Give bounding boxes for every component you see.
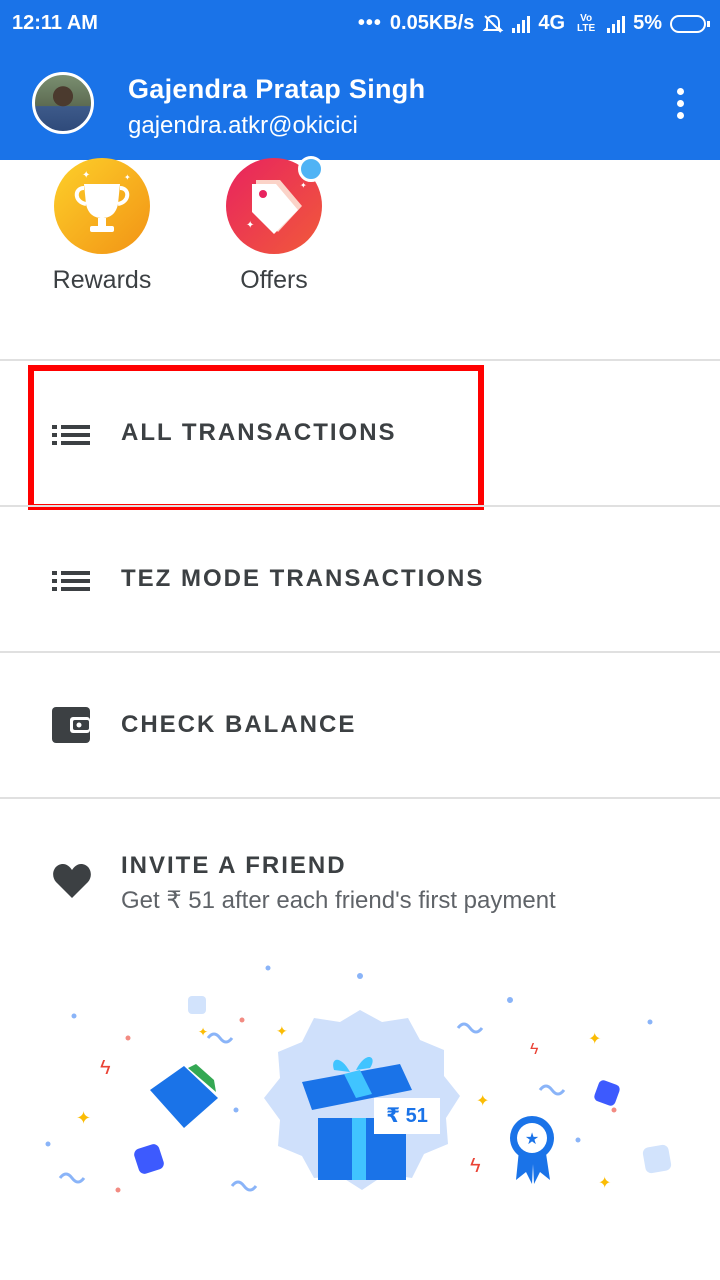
- menu-check-balance[interactable]: CHECK BALANCE: [0, 653, 720, 797]
- svg-text:✦: ✦: [588, 1031, 601, 1048]
- divider: [0, 797, 720, 799]
- trophy-icon: ✦ ✦: [54, 158, 150, 254]
- signal-icon: [512, 15, 531, 33]
- invite-title[interactable]: INVITE A FRIEND: [121, 852, 347, 880]
- svg-text:✦: ✦: [124, 173, 131, 182]
- menu-label: CHECK BALANCE: [121, 711, 357, 738]
- more-vert-icon[interactable]: [674, 88, 686, 124]
- new-offer-dot: [298, 156, 324, 182]
- upi-id: gajendra.atkr@okicici: [128, 112, 358, 139]
- wallet-icon: [52, 707, 92, 743]
- quick-actions: ✦ ✦ Rewards ✦ ✦ Offers: [0, 156, 720, 360]
- notification-dots-icon: •••: [357, 12, 382, 34]
- svg-text:ϟ: ϟ: [530, 1041, 539, 1058]
- status-bar: 12:11 AM ••• 0.05KB/s 4G Vo LTE 5%: [0, 0, 720, 48]
- network-type: 4G: [538, 12, 566, 34]
- status-time: 12:11 AM: [12, 12, 98, 34]
- muted-bell-icon: [482, 14, 504, 33]
- invite-illustration[interactable]: ★ ✦ ✦ ✦ ✦ ✦ ✦ ϟ ϟ ϟ: [0, 950, 720, 1250]
- volte-label: Vo LTE: [577, 12, 596, 34]
- rewards-button[interactable]: ✦ ✦ Rewards: [32, 158, 172, 295]
- heart-icon: [53, 864, 91, 898]
- svg-text:✦: ✦: [598, 1175, 611, 1192]
- svg-text:★: ★: [525, 1131, 539, 1148]
- profile-header: Gajendra Pratap Singh gajendra.atkr@okic…: [0, 48, 720, 160]
- battery-icon: [670, 14, 710, 33]
- svg-text:✦: ✦: [246, 220, 254, 231]
- award-ribbon-icon: ★: [510, 1116, 554, 1184]
- user-name: Gajendra Pratap Singh: [128, 74, 426, 104]
- battery-percent: 5%: [633, 12, 662, 34]
- menu-label: TEZ MODE TRANSACTIONS: [121, 565, 485, 592]
- wallet-illustration-icon: [150, 1064, 218, 1128]
- svg-text:✦: ✦: [276, 1023, 288, 1039]
- invite-subtitle: Get ₹ 51 after each friend's first payme…: [121, 887, 556, 914]
- tag-icon: ✦ ✦: [226, 156, 324, 254]
- reward-amount-tag: ₹ 51: [374, 1098, 440, 1134]
- svg-text:✦: ✦: [198, 1025, 208, 1039]
- rewards-label: Rewards: [52, 266, 152, 294]
- offers-label: Offers: [240, 266, 308, 294]
- signal-icon-2: [607, 15, 626, 33]
- menu-tez-mode-transactions[interactable]: TEZ MODE TRANSACTIONS: [0, 507, 720, 651]
- network-speed: 0.05KB/s: [389, 12, 475, 34]
- highlight-box: [28, 365, 484, 510]
- avatar[interactable]: [32, 72, 94, 134]
- svg-text:✦: ✦: [76, 1108, 91, 1128]
- svg-text:ϟ: ϟ: [470, 1155, 481, 1177]
- svg-text:✦: ✦: [82, 170, 90, 181]
- svg-text:✦: ✦: [300, 181, 307, 190]
- svg-text:✦: ✦: [476, 1093, 489, 1110]
- offers-button[interactable]: ✦ ✦ Offers: [204, 156, 344, 295]
- svg-text:ϟ: ϟ: [100, 1057, 111, 1079]
- list-icon: [52, 567, 92, 595]
